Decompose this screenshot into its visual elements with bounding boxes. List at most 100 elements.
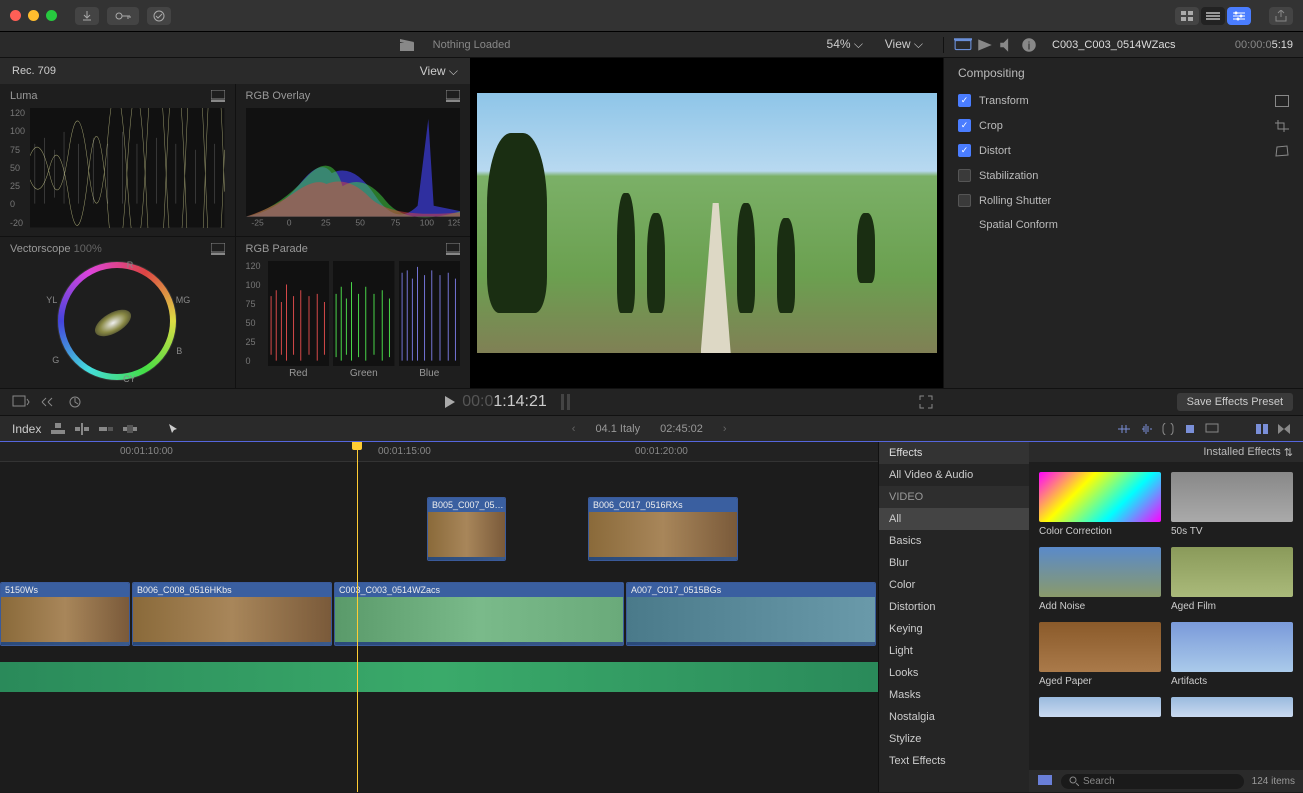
- effect-item[interactable]: Add Noise: [1039, 547, 1161, 612]
- connected-clip[interactable]: B005_C007_05…: [427, 497, 506, 561]
- fullscreen-button[interactable]: [919, 395, 933, 409]
- zoom-dropdown[interactable]: 54% ⌵: [827, 37, 863, 52]
- timeline-display-button[interactable]: [1205, 423, 1219, 435]
- timeline-layout-button[interactable]: [1201, 7, 1225, 25]
- transitions-browser-button[interactable]: [1277, 423, 1291, 435]
- distort-icon[interactable]: [1275, 145, 1289, 157]
- share-button[interactable]: [1269, 7, 1293, 25]
- chevron-down-icon: ⌵: [854, 37, 863, 51]
- crop-checkbox[interactable]: ✓: [958, 119, 971, 132]
- scope-settings-icon[interactable]: [211, 243, 225, 255]
- connected-clip[interactable]: B006_C017_0516RXs: [588, 497, 738, 561]
- scope-settings-icon[interactable]: [211, 90, 225, 102]
- keyword-button[interactable]: [107, 7, 139, 25]
- video-inspector-tab[interactable]: [954, 37, 972, 53]
- effects-view-mode-button[interactable]: [1037, 774, 1053, 788]
- timeline-nav-next[interactable]: ›: [723, 423, 727, 435]
- distort-row[interactable]: ✓ Distort: [944, 138, 1303, 163]
- generator-inspector-tab[interactable]: [976, 37, 994, 53]
- effects-category[interactable]: Light: [879, 640, 1029, 662]
- effect-item[interactable]: [1039, 697, 1161, 721]
- effect-item[interactable]: 50s TV: [1171, 472, 1293, 537]
- audio-skimming-button[interactable]: [1139, 423, 1153, 435]
- close-window-button[interactable]: [10, 10, 21, 21]
- effects-category[interactable]: Stylize: [879, 728, 1029, 750]
- select-tool-dropdown[interactable]: [167, 423, 181, 435]
- parade-red-label: Red: [268, 368, 330, 379]
- audio-meter-icon[interactable]: [559, 394, 573, 410]
- index-button[interactable]: Index: [12, 422, 41, 436]
- append-clip-button[interactable]: [99, 423, 113, 435]
- crop-icon[interactable]: [1275, 120, 1289, 132]
- play-button[interactable]: [444, 395, 456, 409]
- effects-filter-dropdown[interactable]: Installed Effects⇅: [1029, 442, 1303, 462]
- timeline-nav-prev[interactable]: ‹: [572, 423, 576, 435]
- effects-onscreen-dropdown[interactable]: [12, 395, 30, 409]
- fullscreen-window-button[interactable]: [46, 10, 57, 21]
- effects-category[interactable]: All: [879, 508, 1029, 530]
- rolling-shutter-checkbox[interactable]: [958, 194, 971, 207]
- background-tasks-button[interactable]: [147, 7, 171, 25]
- transform-checkbox[interactable]: ✓: [958, 94, 971, 107]
- effects-browser-button[interactable]: [1255, 423, 1269, 435]
- audio-inspector-tab[interactable]: [998, 37, 1016, 53]
- playhead[interactable]: [357, 442, 358, 792]
- effects-search-input[interactable]: Search: [1061, 774, 1244, 789]
- rolling-shutter-row[interactable]: Rolling Shutter: [944, 188, 1303, 213]
- overwrite-clip-button[interactable]: [123, 423, 137, 435]
- skimming-button[interactable]: [1117, 423, 1131, 435]
- effects-category[interactable]: Color: [879, 574, 1029, 596]
- primary-clip[interactable]: B006_C008_0516HKbs: [132, 582, 332, 646]
- primary-clip[interactable]: 5150Ws: [0, 582, 130, 646]
- minimize-window-button[interactable]: [28, 10, 39, 21]
- save-effects-preset-button[interactable]: Save Effects Preset: [1177, 393, 1293, 411]
- viewer-view-dropdown[interactable]: View ⌵: [885, 37, 923, 52]
- transform-row[interactable]: ✓ Transform: [944, 88, 1303, 113]
- effect-item[interactable]: Color Correction: [1039, 472, 1161, 537]
- import-button[interactable]: [75, 7, 99, 25]
- timeline[interactable]: 00:01:10:00 00:01:15:00 00:01:20:00 B005…: [0, 442, 878, 792]
- inspector-layout-button[interactable]: [1227, 7, 1251, 25]
- retime-dropdown[interactable]: [40, 395, 58, 409]
- connect-clip-button[interactable]: [51, 423, 65, 435]
- info-inspector-tab[interactable]: i: [1020, 37, 1038, 53]
- effects-category-list: Effects All Video & Audio VIDEO All Basi…: [879, 442, 1029, 792]
- stabilization-checkbox[interactable]: [958, 169, 971, 182]
- insert-clip-button[interactable]: [75, 423, 89, 435]
- spatial-conform-row[interactable]: Spatial Conform: [944, 213, 1303, 237]
- viewer[interactable]: [470, 58, 943, 388]
- timecode-display[interactable]: 00:01:14:21: [462, 393, 547, 411]
- crop-row[interactable]: ✓ Crop: [944, 113, 1303, 138]
- scope-settings-icon[interactable]: [446, 243, 460, 255]
- clip-appearance-dropdown[interactable]: [68, 395, 86, 409]
- effects-category[interactable]: Distortion: [879, 596, 1029, 618]
- solo-button[interactable]: [1161, 423, 1175, 435]
- clapperboard-icon: [400, 39, 414, 51]
- stabilization-row[interactable]: Stabilization: [944, 163, 1303, 188]
- effects-category[interactable]: Text Effects: [879, 750, 1029, 772]
- effects-category[interactable]: Keying: [879, 618, 1029, 640]
- primary-clip[interactable]: C003_C003_0514WZacs: [334, 582, 624, 646]
- scope-settings-icon[interactable]: [446, 90, 460, 102]
- effects-category[interactable]: Masks: [879, 684, 1029, 706]
- effect-item[interactable]: Artifacts: [1171, 622, 1293, 687]
- browser-layout-button[interactable]: [1175, 7, 1199, 25]
- primary-clip[interactable]: A007_C017_0515BGs: [626, 582, 876, 646]
- effects-category[interactable]: All Video & Audio: [879, 464, 1029, 486]
- transform-icon[interactable]: [1275, 95, 1289, 107]
- music-track[interactable]: [0, 662, 878, 692]
- snapping-button[interactable]: [1183, 423, 1197, 435]
- effects-category[interactable]: Nostalgia: [879, 706, 1029, 728]
- effects-category[interactable]: Basics: [879, 530, 1029, 552]
- timeline-ruler[interactable]: 00:01:10:00 00:01:15:00 00:01:20:00: [0, 442, 878, 462]
- effects-grid: Color Correction50s TVAdd NoiseAged Film…: [1029, 462, 1303, 770]
- effect-item[interactable]: Aged Paper: [1039, 622, 1161, 687]
- effect-item[interactable]: Aged Film: [1171, 547, 1293, 612]
- effect-thumbnail: [1171, 622, 1293, 672]
- effect-item[interactable]: [1171, 697, 1293, 721]
- scopes-view-dropdown[interactable]: View ⌵: [420, 64, 458, 79]
- effects-category[interactable]: Looks: [879, 662, 1029, 684]
- luma-scope-title: Luma: [10, 90, 38, 102]
- effects-category[interactable]: Blur: [879, 552, 1029, 574]
- distort-checkbox[interactable]: ✓: [958, 144, 971, 157]
